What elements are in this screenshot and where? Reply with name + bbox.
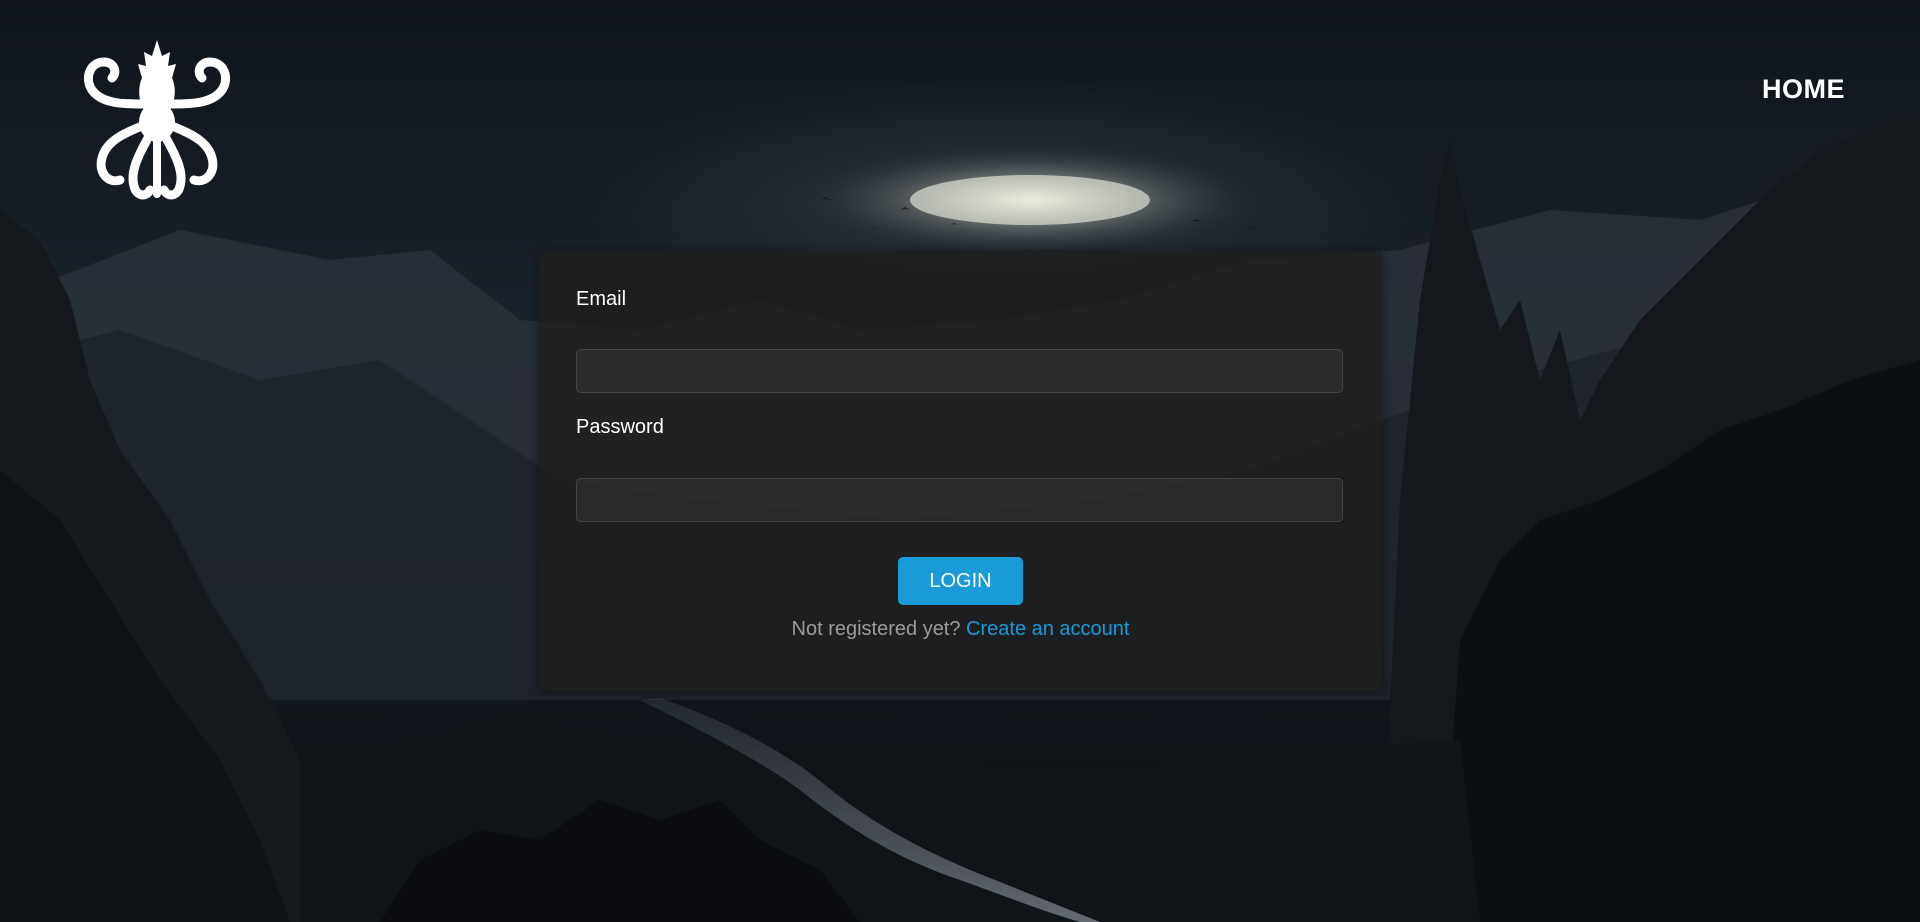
kraken-logo-icon[interactable] [72,34,242,204]
register-prompt-text: Not registered yet? [791,618,967,640]
email-label: Email [576,288,627,310]
login-button[interactable]: LOGIN [898,557,1023,605]
create-account-link[interactable]: Create an account [966,618,1129,640]
nav-home-link[interactable]: HOME [1762,74,1845,105]
password-field[interactable] [576,478,1343,522]
password-label: Password [576,416,664,438]
email-field[interactable] [576,349,1343,393]
login-form: Email Password LOGIN Not registered yet?… [539,250,1382,691]
page: HOME Email Password LOGIN Not registered… [0,0,1920,922]
register-prompt-line: Not registered yet? Create an account [539,618,1382,641]
